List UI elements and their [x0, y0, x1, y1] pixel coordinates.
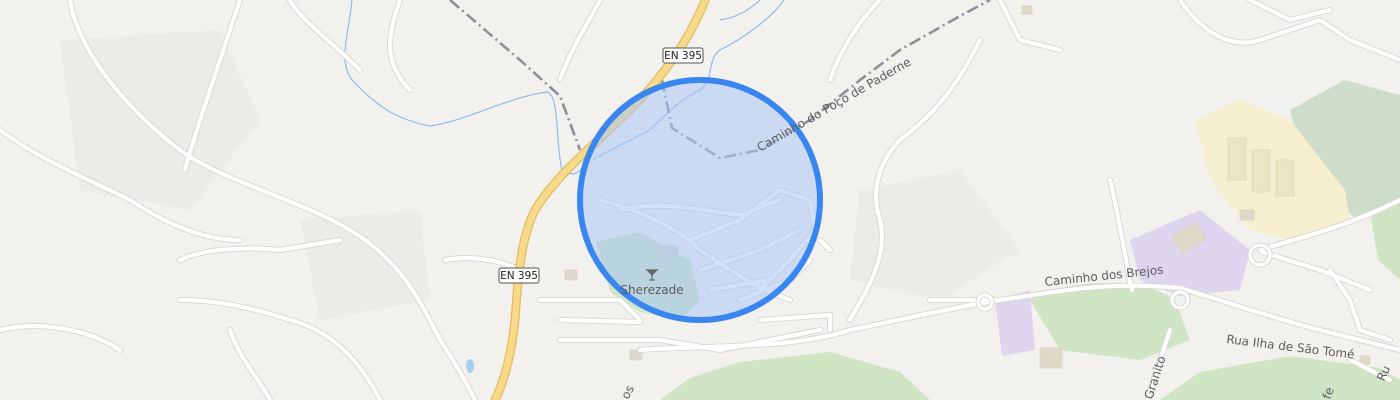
- road-shield-en395-top: EN 395: [662, 47, 704, 64]
- road-shield-label: EN 395: [500, 270, 538, 282]
- road-shield-en395-left: EN 395: [498, 267, 540, 284]
- map-view[interactable]: EN 395 EN 395 Caminho do Poço de Paderne…: [0, 0, 1400, 400]
- map-canvas[interactable]: EN 395 EN 395 Caminho do Poço de Paderne…: [0, 0, 1400, 400]
- road-shield-label: EN 395: [664, 50, 702, 62]
- pond: [466, 359, 474, 373]
- poi-label: Sherezade: [620, 283, 683, 297]
- radius-circle[interactable]: [577, 77, 823, 323]
